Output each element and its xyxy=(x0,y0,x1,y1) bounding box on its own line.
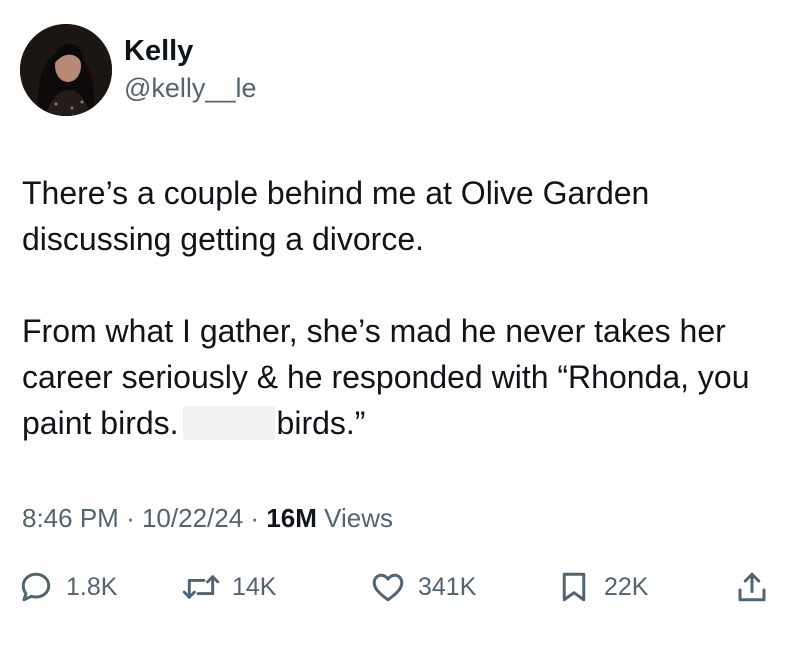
bookmark-count: 22K xyxy=(604,572,649,601)
like-button[interactable]: 341K xyxy=(370,562,476,612)
bookmark-button[interactable]: 22K xyxy=(556,562,648,612)
bookmark-icon xyxy=(556,569,592,605)
views-count: 16M xyxy=(266,503,317,533)
tweet-text: There’s a couple behind me at Olive Gard… xyxy=(22,170,792,446)
repost-count: 14K xyxy=(232,572,277,601)
repost-icon xyxy=(182,569,220,605)
user-handle[interactable]: @kelly__le xyxy=(124,72,256,104)
tweet-paragraph-2: From what I gather, she’s mad he never t… xyxy=(22,308,792,446)
tweet-meta: 8:46 PM · 10/22/24 · 16M Views xyxy=(22,502,393,534)
tweet-date[interactable]: 10/22/24 xyxy=(142,503,243,533)
display-name[interactable]: Kelly xyxy=(124,34,193,68)
views-label: Views xyxy=(324,503,394,533)
tweet-paragraph-2-end: birds.” xyxy=(276,405,366,441)
tweet-paragraph-1: There’s a couple behind me at Olive Gard… xyxy=(22,175,650,257)
tweet-time[interactable]: 8:46 PM xyxy=(22,503,119,533)
tweet-paragraph-2-start: From what I gather, she’s mad he never t… xyxy=(22,313,750,441)
heart-icon xyxy=(370,569,406,605)
reply-count: 1.8K xyxy=(66,572,118,601)
reply-button[interactable]: 1.8K xyxy=(18,562,117,612)
repost-button[interactable]: 14K xyxy=(182,562,276,612)
share-button[interactable] xyxy=(734,562,770,612)
meta-separator: · xyxy=(126,503,135,533)
action-bar: 1.8K 14K 341K 22K xyxy=(18,562,788,612)
share-icon xyxy=(734,569,770,605)
redacted-word xyxy=(182,406,275,440)
avatar[interactable] xyxy=(20,24,112,116)
like-count: 341K xyxy=(418,572,477,601)
meta-separator: · xyxy=(250,503,260,533)
reply-icon xyxy=(18,569,54,605)
